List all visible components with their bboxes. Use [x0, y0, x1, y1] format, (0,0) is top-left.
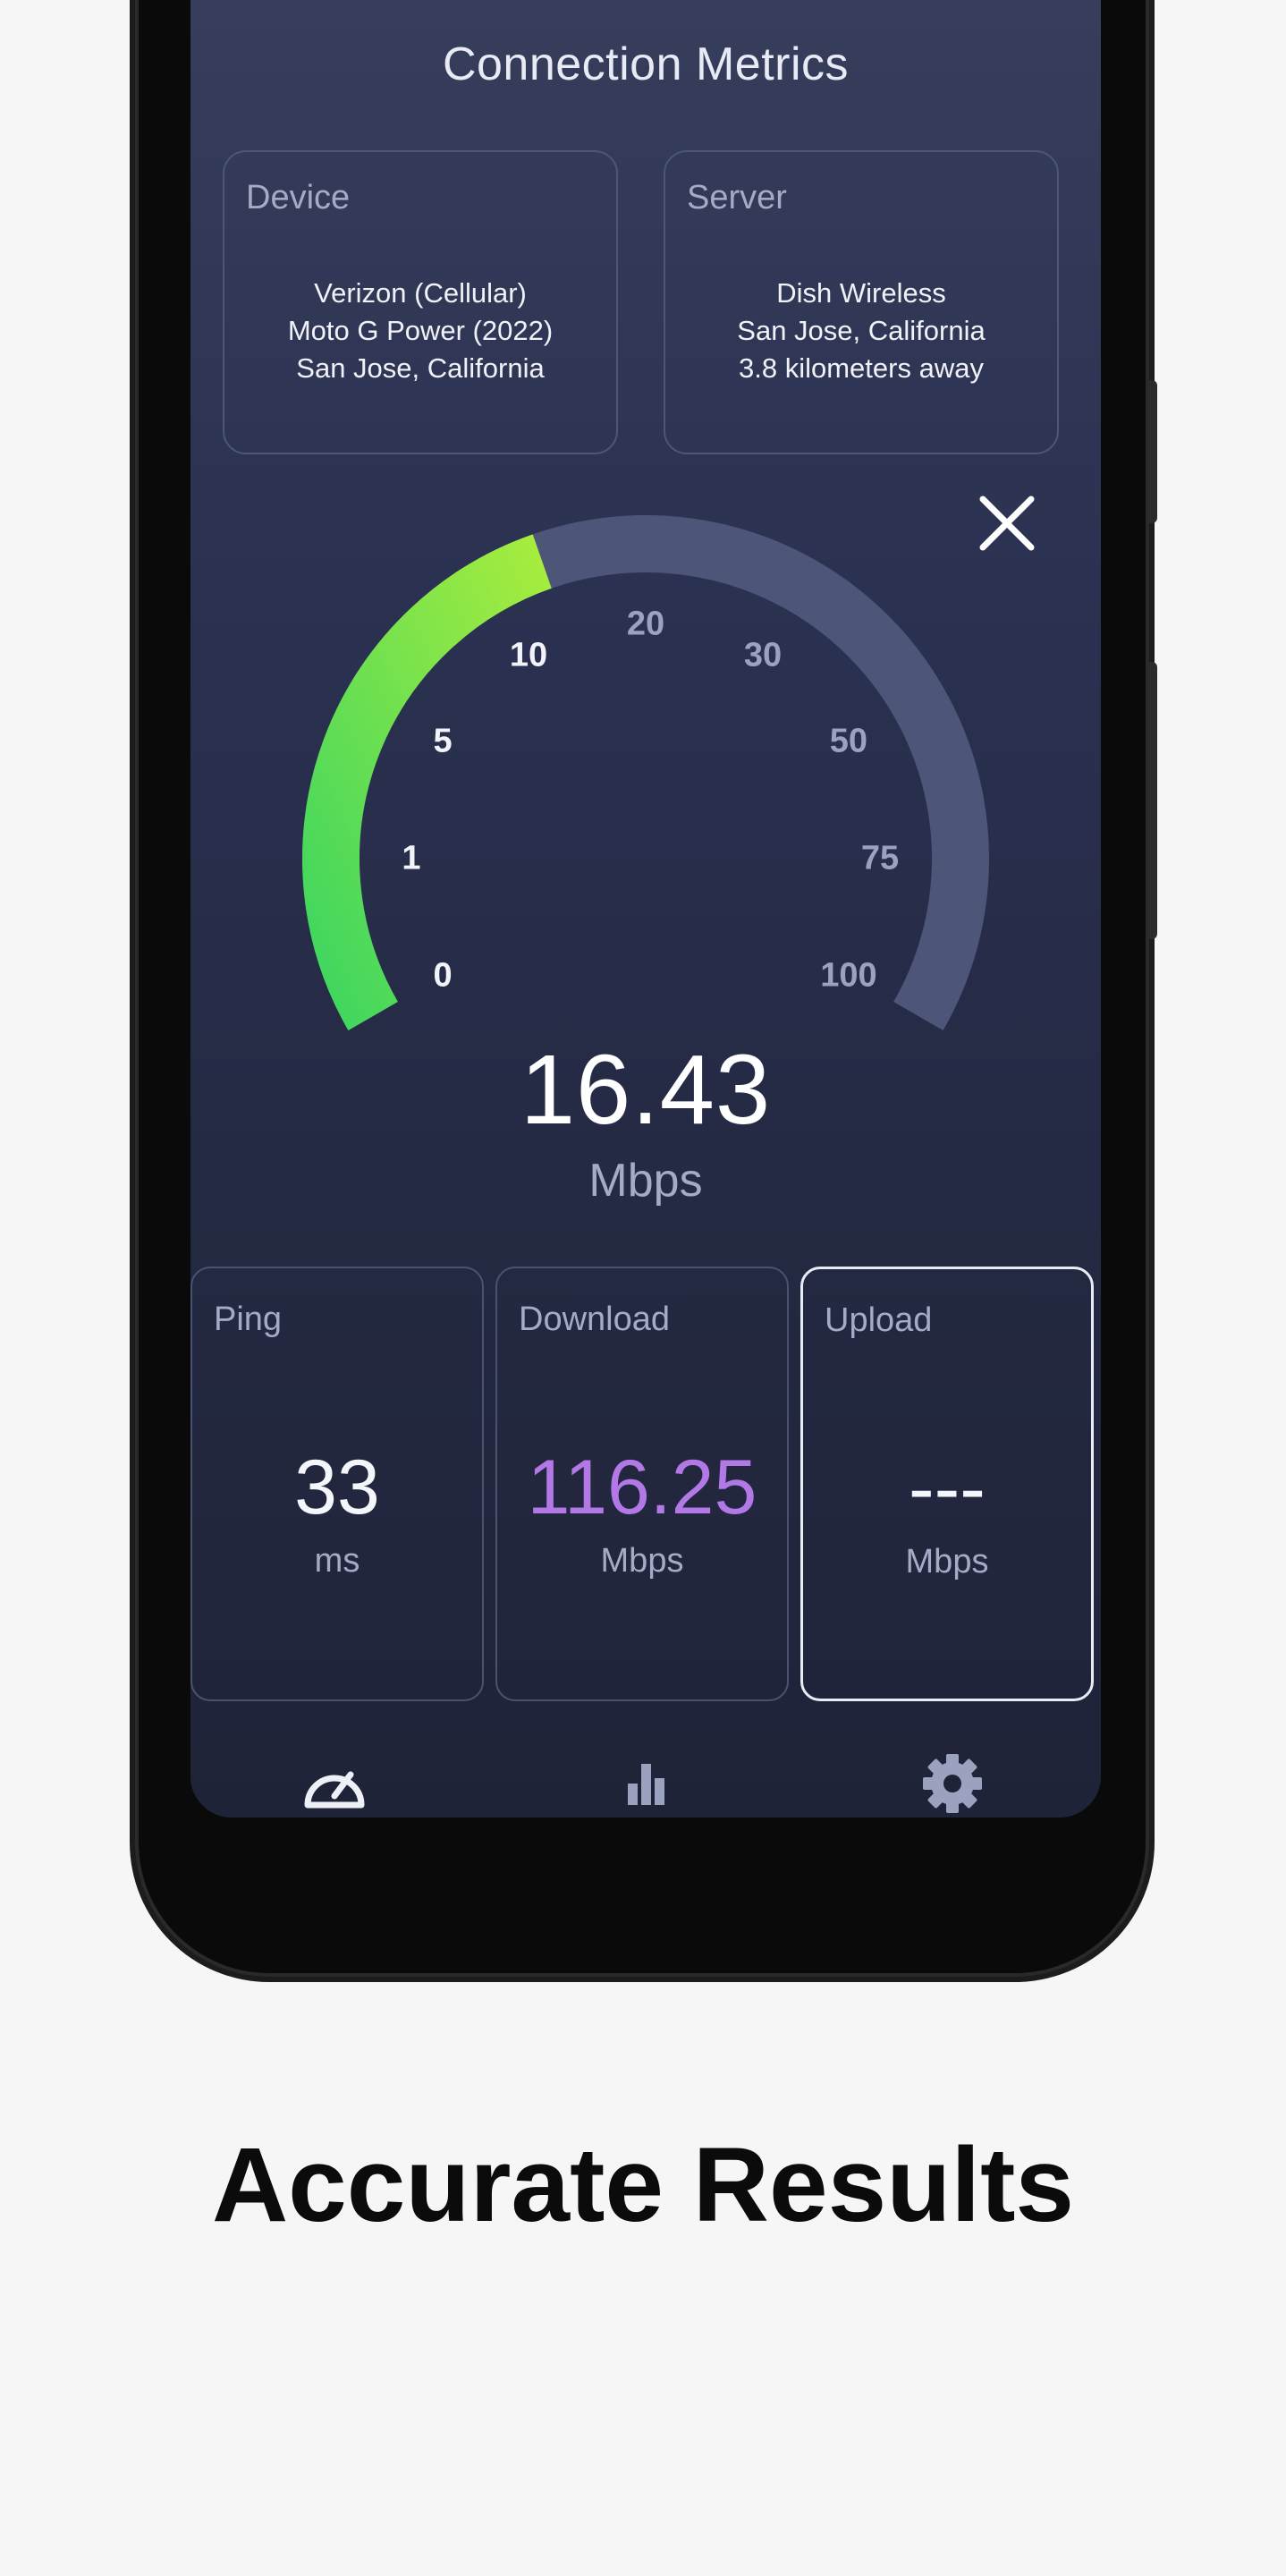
download-unit: Mbps	[600, 1542, 684, 1580]
gauge-tick-label: 50	[829, 722, 868, 760]
server-distance: 3.8 kilometers away	[739, 352, 984, 384]
ping-label: Ping	[214, 1301, 283, 1338]
speed-gauge: 0 1 5 10 20 30 50 75 100	[190, 510, 1101, 1064]
download-card: Download 116.25 Mbps	[495, 1267, 789, 1701]
gauge-tick-label: 5	[433, 722, 453, 760]
download-label: Download	[519, 1301, 670, 1338]
gauge-tick-label: 10	[509, 636, 548, 674]
bar-chart-icon[interactable]	[610, 1751, 681, 1814]
server-provider: Dish Wireless	[776, 277, 946, 309]
app-screen: Connection Metrics Device Verizon (Cellu…	[190, 0, 1101, 1818]
page-title: Connection Metrics	[442, 38, 850, 90]
ping-value: 33	[294, 1445, 380, 1530]
device-carrier: Verizon (Cellular)	[314, 277, 527, 309]
device-label: Device	[246, 179, 351, 216]
upload-unit: Mbps	[905, 1543, 989, 1580]
current-speed-unit: Mbps	[588, 1155, 703, 1207]
ping-card: Ping 33 ms	[190, 1267, 484, 1701]
device-card: Device Verizon (Cellular) Moto G Power (…	[223, 150, 618, 454]
promo-caption: Accurate Results	[211, 2126, 1075, 2244]
device-model: Moto G Power (2022)	[287, 315, 554, 346]
gauge-fill	[302, 534, 552, 1030]
server-location: San Jose, California	[737, 315, 986, 346]
phone-side-button	[1148, 662, 1157, 939]
server-card: Server Dish Wireless San Jose, Californi…	[664, 150, 1059, 454]
upload-label: Upload	[825, 1301, 933, 1339]
gauge-tick-label: 30	[743, 636, 783, 674]
gauge-tick-label: 0	[433, 956, 453, 995]
gear-icon[interactable]	[917, 1751, 988, 1814]
gauge-tick-label: 100	[820, 956, 877, 995]
device-location: San Jose, California	[296, 352, 545, 384]
gauge-tick-label: 75	[860, 839, 900, 877]
current-speed-value: 16.43	[520, 1035, 772, 1145]
gauge-tick-label: 20	[626, 605, 665, 643]
download-value: 116.25	[527, 1445, 757, 1530]
phone-side-button	[1148, 380, 1157, 523]
gauge-tick-label: 1	[402, 839, 421, 877]
upload-value: ---	[909, 1445, 986, 1531]
ping-unit: ms	[314, 1542, 360, 1580]
upload-card: Upload --- Mbps	[800, 1267, 1094, 1701]
server-label: Server	[687, 179, 787, 216]
speedometer-icon[interactable]	[299, 1751, 370, 1814]
